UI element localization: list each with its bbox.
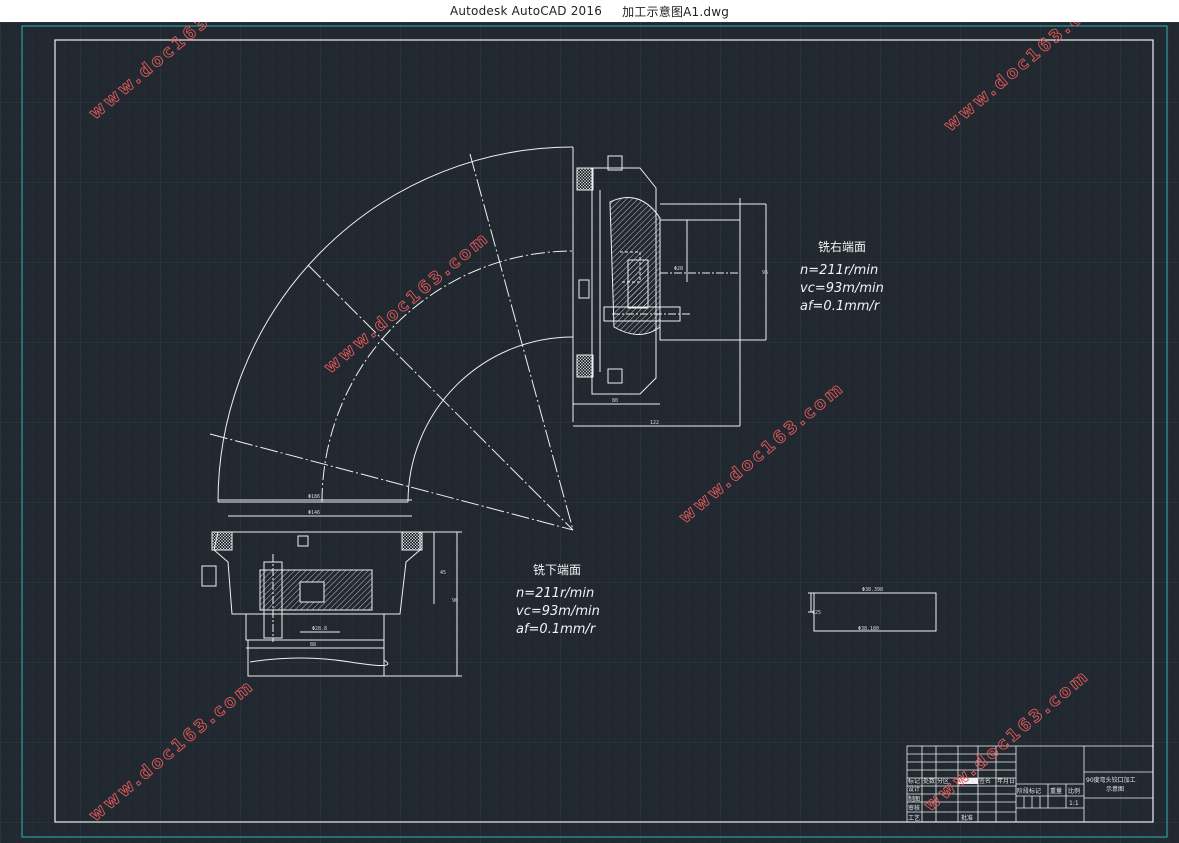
tb-scale-value: 1:1 [1069,800,1079,807]
tb-row-draw: 制图 [908,795,920,803]
upper-note-cutting-speed: vc=93m/min [800,281,884,296]
svg-text:Φ28: Φ28 [674,266,683,272]
lower-note-title: 铣下端面 [533,563,581,577]
svg-text:88: 88 [310,642,316,648]
tb-col-count: 处数 [923,777,935,785]
upper-note-title: 铣右端面 [818,239,866,254]
drawing-svg: 80 122 96 Φ28 Φ186 Φ146 90 45 88 Φ28.8 铣… [0,22,1179,843]
svg-text:96: 96 [762,270,768,276]
svg-text:122: 122 [650,420,659,426]
grid [0,22,1179,843]
blank-dim-bottom: Φ38.180 [858,626,879,632]
drawing-canvas[interactable]: 80 122 96 Φ28 Φ186 Φ146 90 45 88 Φ28.8 铣… [0,22,1179,843]
svg-text:80: 80 [612,398,618,404]
svg-text:45: 45 [440,570,446,576]
tb-weight: 重量 [1050,787,1062,795]
tb-part-name-1: 90度弯头铰口加工 [1086,776,1136,784]
svg-text:Φ146: Φ146 [308,510,320,516]
tb-scale-label: 比例 [1068,787,1080,795]
tb-row-mark: 标记 [908,777,920,785]
tb-stage: 阶段标记 [1017,787,1041,795]
svg-text:Φ186: Φ186 [308,494,320,500]
window-title-file: 加工示意图A1.dwg [622,4,730,19]
lower-note-feed: af=0.1mm/r [516,622,597,637]
lower-note-cutting-speed: vc=93m/min [516,604,600,619]
tb-col-date: 年月日 [997,777,1015,785]
upper-note-speed: n=211r/min [800,263,878,278]
window-title-app: Autodesk AutoCAD 2016 [449,4,603,18]
svg-text:Φ28.8: Φ28.8 [312,626,327,632]
window-titlebar: Autodesk AutoCAD 2016 加工示意图A1.dwg [0,0,1179,23]
tb-approve: 批准 [961,814,973,822]
blank-dim-left: Φ25 [812,610,821,616]
svg-text:90: 90 [452,598,458,604]
tb-row-process: 工艺 [908,814,920,822]
tb-col-sign: 签名 [979,777,991,785]
tb-row-design: 设计 [908,785,920,793]
upper-note-feed: af=0.1mm/r [800,299,881,314]
tb-part-name-2: 示意图 [1106,785,1124,793]
tb-row-check: 审核 [908,804,920,812]
blank-dim-top: Φ38.398 [862,587,883,593]
lower-note-speed: n=211r/min [516,586,594,601]
